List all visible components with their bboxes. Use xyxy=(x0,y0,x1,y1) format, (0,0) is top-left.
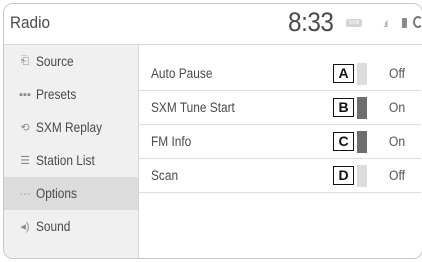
callout-label: C xyxy=(333,132,354,151)
sidebar-item-sxm-replay[interactable]: ⟲ SXM Replay xyxy=(4,111,138,144)
toggle-indicator xyxy=(357,165,367,187)
option-value: On xyxy=(388,134,406,149)
sidebar-item-sound[interactable]: ◂) Sound xyxy=(4,210,138,243)
clock: 8:33 xyxy=(288,7,334,37)
option-label: SXM Tune Start xyxy=(151,100,235,115)
option-row-auto-pause[interactable]: Auto Pause A Off xyxy=(139,57,421,91)
sidebar-menu: ⎗ Source ▪▪▪ Presets ⟲ SXM Replay ☰ Stat… xyxy=(4,45,139,258)
callout-label: D xyxy=(333,166,354,185)
option-row-fm-info[interactable]: FM Info C On xyxy=(139,125,421,159)
option-value: On xyxy=(388,100,406,115)
sirius-badge-icon: SXM xyxy=(346,19,362,27)
option-label: Scan xyxy=(151,168,179,183)
page-title: Radio xyxy=(10,13,50,32)
header-bar: Radio 8:33 SXM .ıl xyxy=(4,4,422,45)
sidebar-item-label: Station List xyxy=(36,153,95,168)
sidebar-item-label: Presets xyxy=(36,87,77,102)
callout-label: A xyxy=(333,64,354,83)
sidebar-item-options[interactable]: ··· Options xyxy=(4,177,138,210)
sidebar-item-label: Sound xyxy=(36,219,71,234)
callout-label: B xyxy=(333,98,354,117)
replay-icon: ⟲ xyxy=(20,122,30,134)
toggle-indicator xyxy=(357,97,367,119)
sound-icon: ◂) xyxy=(20,221,30,233)
status-ring-icon xyxy=(413,16,422,28)
toggle-indicator xyxy=(357,63,367,85)
radio-screen: Radio 8:33 SXM .ıl ⎗ Source ▪▪▪ Presets … xyxy=(3,3,422,259)
sidebar-item-station-list[interactable]: ☰ Station List xyxy=(4,144,138,177)
sidebar-item-presets[interactable]: ▪▪▪ Presets xyxy=(4,78,138,111)
station-list-icon: ☰ xyxy=(20,155,30,167)
bluetooth-icon xyxy=(402,18,407,28)
option-value: Off xyxy=(388,66,405,81)
option-row-scan[interactable]: Scan D Off xyxy=(139,159,421,193)
option-value: Off xyxy=(388,168,405,183)
options-icon: ··· xyxy=(19,187,31,200)
option-label: FM Info xyxy=(151,134,192,149)
presets-icon: ▪▪▪ xyxy=(19,88,31,101)
toggle-indicator xyxy=(357,131,367,153)
sidebar-item-label: Source xyxy=(36,54,74,69)
signal-bars-icon: .ıl xyxy=(383,19,388,29)
sidebar-item-label: Options xyxy=(36,186,77,201)
sidebar-item-source[interactable]: ⎗ Source xyxy=(4,45,138,78)
sidebar-item-label: SXM Replay xyxy=(36,120,103,135)
option-row-sxm-tune-start[interactable]: SXM Tune Start B On xyxy=(139,91,421,125)
option-label: Auto Pause xyxy=(151,66,213,81)
source-icon: ⎗ xyxy=(20,55,30,67)
